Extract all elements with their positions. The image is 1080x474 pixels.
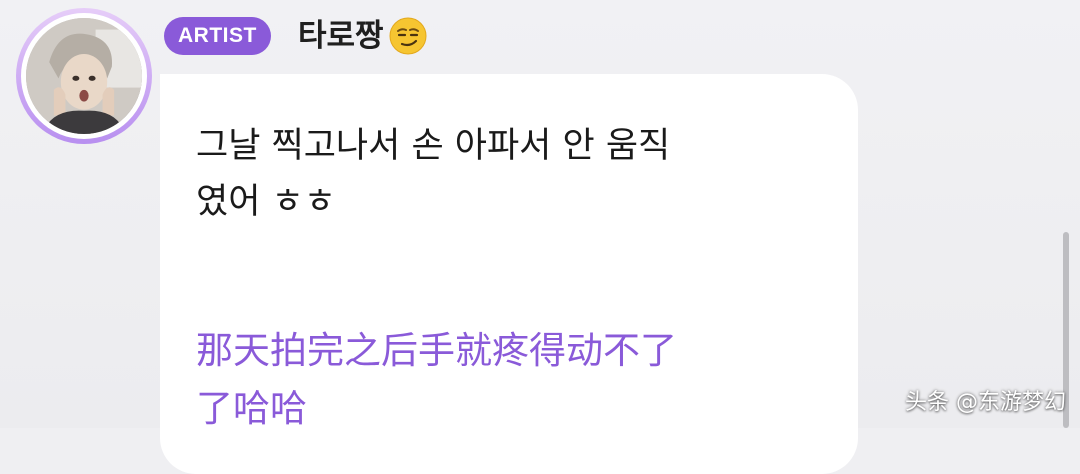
- smirking-face-icon: [389, 17, 427, 55]
- message-korean-line: 였어 ㅎㅎ: [196, 182, 336, 222]
- message-korean-line: 그날 찍고나서 손 아파서 안 움직: [196, 126, 671, 166]
- chat-screen: ARTIST 타로짱 그날 찍고나서 손 아파서 안 움직 였어 ㅎㅎ 那天拍完…: [0, 0, 1080, 474]
- artist-badge: ARTIST: [164, 17, 271, 55]
- message-translation-line: 了哈哈: [196, 387, 307, 430]
- author-name[interactable]: 타로짱: [298, 14, 384, 58]
- message-korean: 그날 찍고나서 손 아파서 안 움직 였어 ㅎㅎ: [196, 118, 826, 230]
- message-translation-line: 那天拍完之后手就疼得动不了: [196, 329, 677, 372]
- avatar-ring: [21, 13, 147, 139]
- message-translation: 那天拍完之后手就疼得动不了 了哈哈: [196, 322, 816, 438]
- author-header[interactable]: 타로짱: [298, 14, 428, 58]
- avatar[interactable]: [16, 8, 152, 144]
- avatar-photo: [26, 18, 142, 134]
- watermark: 头条 @东游梦幻: [905, 390, 1066, 415]
